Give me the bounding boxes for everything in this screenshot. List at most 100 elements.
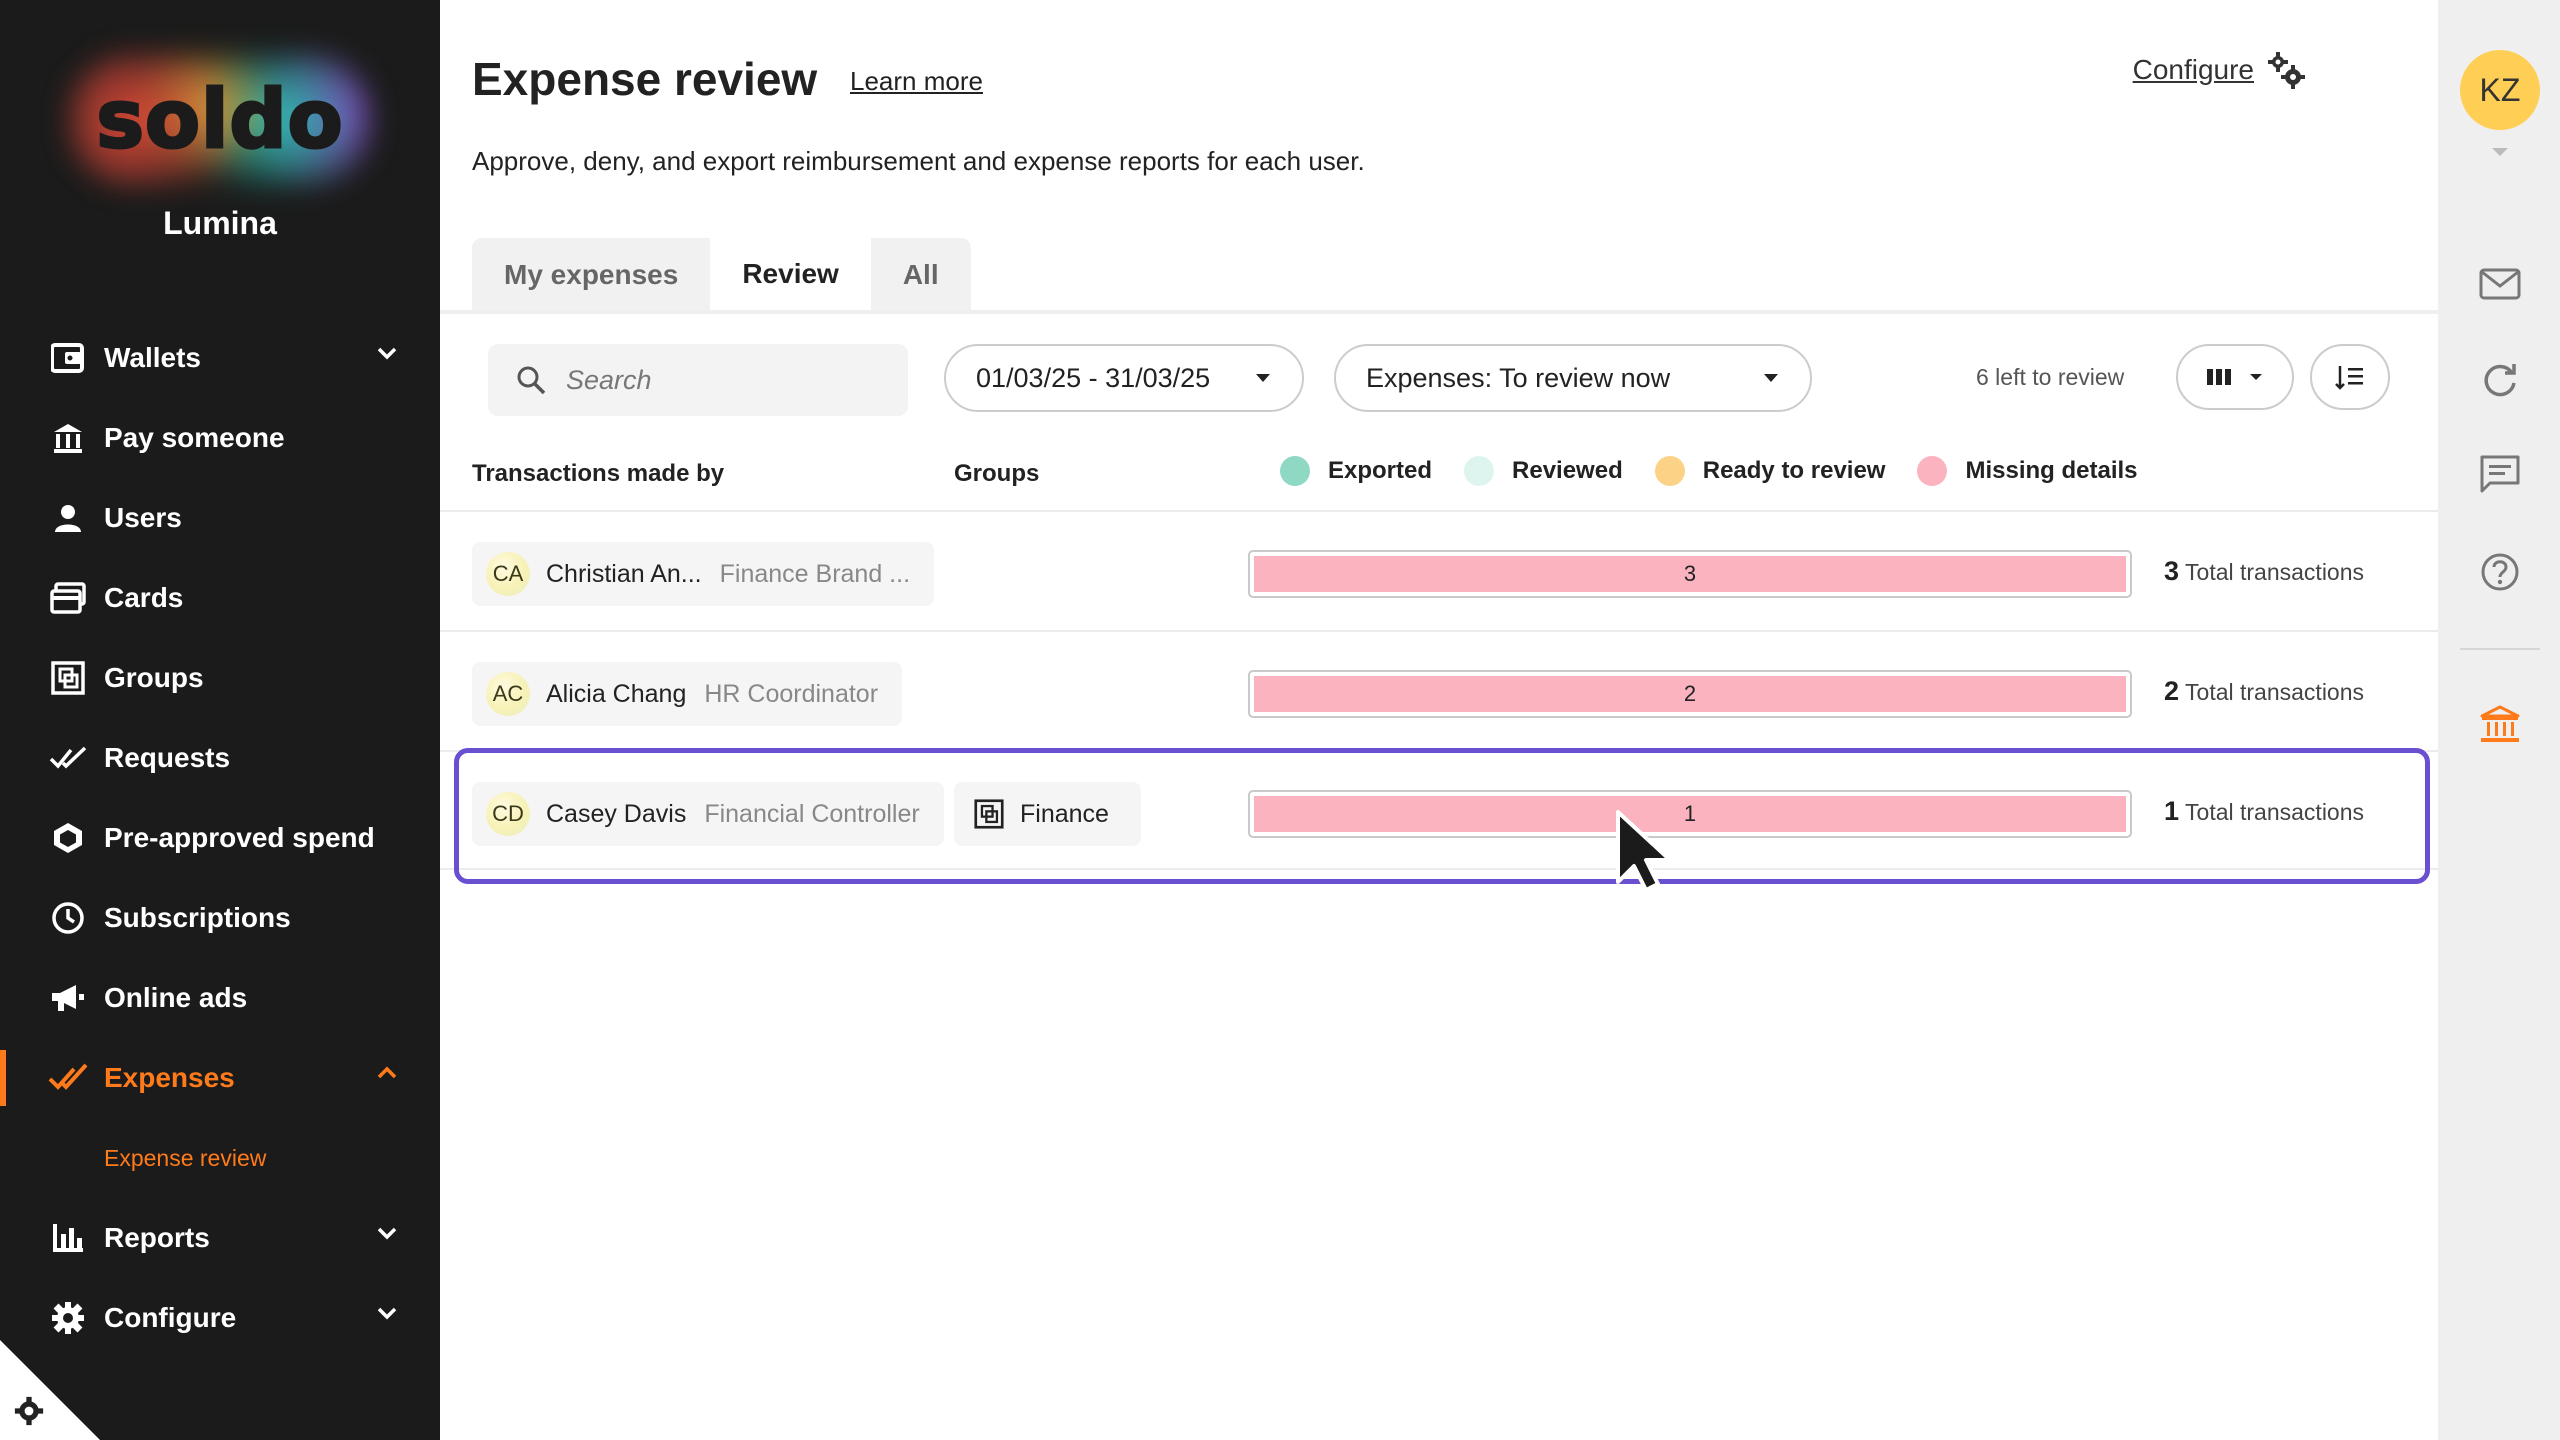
nav-item-pay-someone[interactable]: Pay someone bbox=[0, 398, 440, 478]
group-chip[interactable]: Finance bbox=[954, 782, 1141, 846]
tab-my-expenses[interactable]: My expenses bbox=[472, 238, 711, 312]
mail-button[interactable] bbox=[2478, 262, 2522, 306]
nav-label: Configure bbox=[104, 1302, 237, 1333]
avatar: CA bbox=[486, 552, 530, 596]
chat-button[interactable] bbox=[2478, 452, 2522, 496]
bar-chart-icon bbox=[48, 1218, 88, 1258]
bank-transfer-icon bbox=[48, 418, 88, 458]
expense-status-dropdown[interactable]: Expenses: To review now bbox=[1334, 344, 1812, 412]
group-name: Finance bbox=[1020, 799, 1109, 828]
user-role: Finance Brand ... bbox=[719, 559, 911, 588]
missing-details-segment: 2 bbox=[1254, 676, 2126, 712]
search-box[interactable] bbox=[488, 344, 908, 416]
nav-item-expenses[interactable]: Expenses bbox=[0, 1038, 440, 1118]
chat-icon bbox=[2480, 455, 2520, 493]
logo-text: soldo bbox=[95, 72, 344, 168]
table-row[interactable]: CA Christian An... Finance Brand ... 3 3… bbox=[440, 510, 2438, 630]
total-transactions: 3 Total transactions bbox=[2164, 556, 2364, 587]
main-content: Expense review Learn more Configure Appr… bbox=[440, 0, 2438, 1440]
legend-ready-to-review: Ready to review bbox=[1654, 456, 1886, 486]
soldo-logo[interactable]: soldo bbox=[70, 55, 370, 185]
refresh-button[interactable] bbox=[2478, 358, 2522, 402]
caret-down-icon[interactable] bbox=[2490, 146, 2510, 158]
user-chip[interactable]: CA Christian An... Finance Brand ... bbox=[472, 542, 935, 606]
tab-bar: My expenses Review All bbox=[472, 238, 971, 312]
transactions-status-bar[interactable]: 1 bbox=[1248, 790, 2132, 838]
tab-all[interactable]: All bbox=[870, 238, 971, 312]
learn-more-link[interactable]: Learn more bbox=[850, 66, 983, 97]
nav-item-reports[interactable]: Reports bbox=[0, 1198, 440, 1278]
filter-toolbar: 01/03/25 - 31/03/25 Expenses: To review … bbox=[488, 344, 2438, 416]
nav-item-subscriptions[interactable]: Subscriptions bbox=[0, 878, 440, 958]
nav-label: Wallets bbox=[104, 342, 201, 373]
nav-label: Reports bbox=[104, 1222, 210, 1253]
table-row[interactable]: CD Casey Davis Financial Controller Fina… bbox=[440, 748, 2438, 884]
date-range-value: 01/03/25 - 31/03/25 bbox=[976, 362, 1211, 393]
wallet-icon bbox=[48, 338, 88, 378]
help-button[interactable] bbox=[2478, 550, 2522, 594]
col-transactions-made-by: Transactions made by bbox=[472, 460, 725, 487]
nav-item-pre-approved-spend[interactable]: Pre-approved spend bbox=[0, 798, 440, 878]
left-to-review-count: 6 left to review bbox=[1976, 364, 2125, 390]
legend-dot bbox=[1464, 456, 1495, 486]
total-count: 3 bbox=[2164, 556, 2180, 586]
sidebar: soldo Lumina Wallets Pay someone Users C… bbox=[0, 0, 440, 1440]
review-table: CA Christian An... Finance Brand ... 3 3… bbox=[440, 510, 2438, 884]
nav-item-configure[interactable]: Configure bbox=[0, 1278, 440, 1358]
help-icon bbox=[2481, 553, 2519, 591]
chevron-down-icon bbox=[377, 1307, 397, 1320]
caret-down-icon bbox=[1764, 374, 1778, 382]
missing-details-segment: 3 bbox=[1254, 556, 2126, 592]
nav-label: Cards bbox=[104, 582, 184, 613]
col-groups: Groups bbox=[954, 460, 1040, 487]
sort-button[interactable] bbox=[2310, 344, 2390, 410]
nav-item-users[interactable]: Users bbox=[0, 478, 440, 558]
search-input[interactable] bbox=[566, 364, 886, 396]
nav-label: Users bbox=[104, 502, 182, 533]
status-legend: Exported Reviewed Ready to review Missin… bbox=[1280, 456, 2170, 486]
legend-dot bbox=[1917, 456, 1948, 486]
nav-label: Pre-approved spend bbox=[104, 822, 375, 853]
columns-view-button[interactable] bbox=[2176, 344, 2294, 410]
user-role: Financial Controller bbox=[704, 799, 920, 828]
nav-item-online-ads[interactable]: Online ads bbox=[0, 958, 440, 1038]
transactions-status-bar[interactable]: 3 bbox=[1248, 550, 2132, 598]
date-range-dropdown[interactable]: 01/03/25 - 31/03/25 bbox=[944, 344, 1304, 412]
legend-dot bbox=[1280, 456, 1310, 486]
user-name: Alicia Chang bbox=[546, 679, 687, 708]
main-nav: Wallets Pay someone Users Cards Groups R… bbox=[0, 318, 440, 1358]
table-row[interactable]: AC Alicia Chang HR Coordinator 2 2 Total … bbox=[440, 630, 2438, 750]
caret-down-icon bbox=[2250, 374, 2262, 380]
right-rail: KZ bbox=[2438, 0, 2560, 1440]
nav-item-groups[interactable]: Groups bbox=[0, 638, 440, 718]
nav-item-wallets[interactable]: Wallets bbox=[0, 318, 440, 398]
gear-icon bbox=[48, 1298, 88, 1338]
total-label: Total transactions bbox=[2185, 559, 2365, 585]
user-name: Casey Davis bbox=[546, 799, 687, 828]
clock-icon bbox=[48, 898, 88, 938]
legend-missing-details: Missing details bbox=[1917, 456, 2138, 486]
avatar: AC bbox=[486, 672, 530, 716]
legend-label: Ready to review bbox=[1702, 457, 1886, 484]
user-chip[interactable]: AC Alicia Chang HR Coordinator bbox=[472, 662, 903, 726]
nav-item-requests[interactable]: Requests bbox=[0, 718, 440, 798]
bank-button[interactable] bbox=[2478, 702, 2522, 746]
user-chip[interactable]: CD Casey Davis Financial Controller bbox=[472, 782, 944, 846]
legend-label: Exported bbox=[1328, 457, 1433, 484]
requests-check-icon bbox=[48, 738, 88, 778]
total-count: 1 bbox=[2164, 796, 2180, 826]
user-avatar[interactable]: KZ bbox=[2460, 50, 2540, 130]
nav-item-cards[interactable]: Cards bbox=[0, 558, 440, 638]
page-title: Expense review bbox=[472, 53, 818, 105]
configure-link[interactable]: Configure bbox=[2133, 50, 2306, 90]
tab-review[interactable]: Review bbox=[710, 238, 871, 312]
total-label: Total transactions bbox=[2185, 679, 2365, 705]
nav-label: Online ads bbox=[104, 982, 248, 1013]
total-label: Total transactions bbox=[2185, 799, 2365, 825]
mail-icon bbox=[2479, 268, 2521, 300]
transactions-status-bar[interactable]: 2 bbox=[1248, 670, 2132, 718]
total-transactions: 2 Total transactions bbox=[2164, 676, 2364, 707]
missing-details-segment: 1 bbox=[1254, 796, 2126, 832]
sort-list-icon bbox=[2335, 366, 2363, 390]
nav-subitem-expense-review[interactable]: Expense review bbox=[0, 1118, 440, 1198]
